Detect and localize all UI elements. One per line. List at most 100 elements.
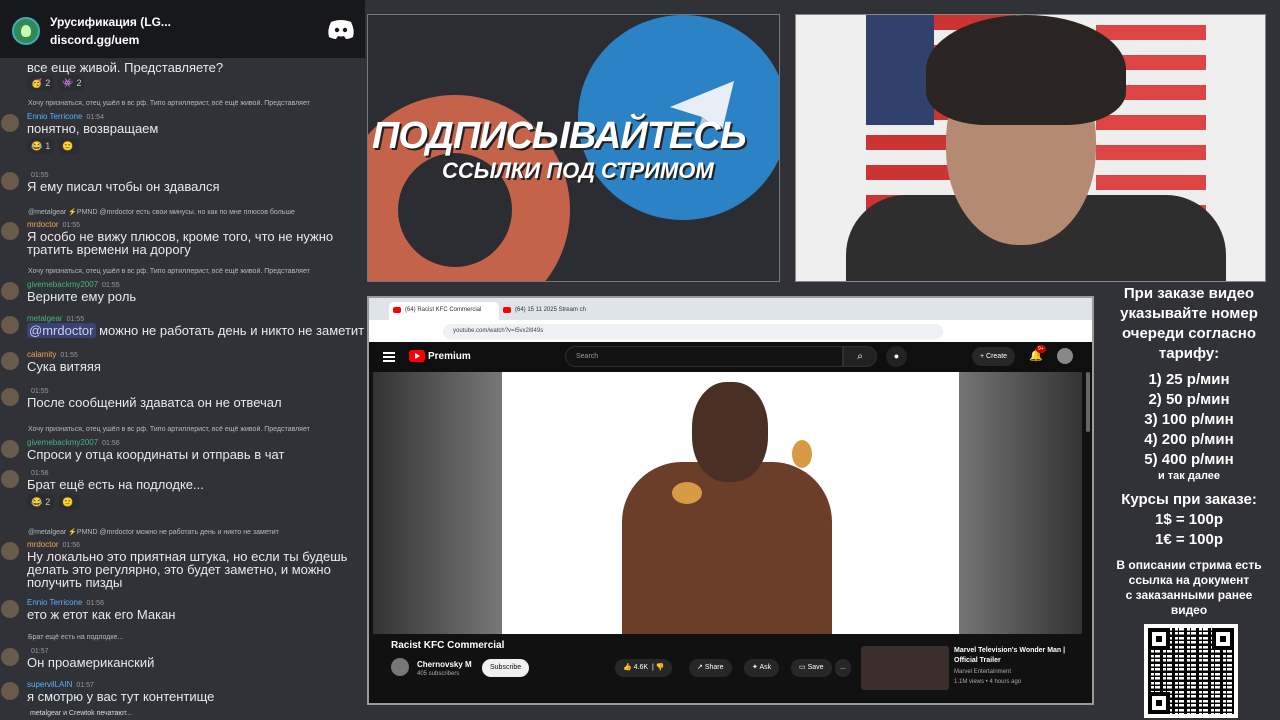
server-invite[interactable]: discord.gg/uem: [50, 33, 171, 47]
promo-title: ПОДПИСЫВАЙТЕСЬ: [372, 115, 747, 157]
username[interactable]: supervilLAIN: [27, 680, 72, 689]
rec-thumbnail[interactable]: [861, 646, 949, 690]
timestamp: 01:55: [66, 316, 85, 323]
reaction[interactable]: 🙂: [58, 138, 81, 154]
qr-corner: [1148, 692, 1170, 714]
message-text: все еще живой. Представляете?: [27, 60, 224, 75]
username[interactable]: givemebackmy2007: [27, 438, 98, 447]
message-meta: metalgear 01:55: [27, 314, 84, 323]
message-meta: 01:56: [27, 468, 49, 477]
message-meta: supervilLAIN 01:57: [27, 680, 94, 689]
message-meta: mrdoctor 01:55: [27, 220, 80, 229]
message-meta: givemebackmy2007 01:55: [27, 280, 120, 289]
reply-preview[interactable]: Брат ещё есть на подлодке...: [28, 634, 365, 641]
username[interactable]: givemebackmy2007: [27, 280, 98, 289]
desc-line: ссылка на документ: [1128, 573, 1250, 587]
username[interactable]: Ennio Terricone: [27, 112, 82, 121]
timestamp: 01:57: [31, 648, 49, 655]
typing-indicator: metalgear и Crewtok печатают...: [30, 710, 132, 717]
avatar[interactable]: [1, 352, 19, 370]
more-button[interactable]: ...: [835, 659, 851, 677]
rec-title[interactable]: Marvel Television's Wonder Man | Officia…: [954, 646, 1074, 666]
avatar[interactable]: [1, 542, 19, 560]
avatar[interactable]: [1, 388, 19, 406]
username[interactable]: mrdoctor: [27, 220, 59, 229]
video-player[interactable]: [373, 372, 1082, 634]
reply-preview[interactable]: Хочу признаться, отец ушёл в вс рф. Типо…: [28, 100, 365, 107]
info-line: указывайте номер: [1120, 305, 1258, 322]
ask-button[interactable]: ✦ Ask: [744, 659, 780, 677]
recommended-video[interactable]: Marvel Television's Wonder Man | Officia…: [861, 642, 1091, 692]
avatar[interactable]: [1, 282, 19, 300]
scrollbar[interactable]: [1086, 372, 1090, 432]
message-text: Сука витяяя: [27, 359, 101, 374]
mention[interactable]: @mrdoctor: [27, 323, 96, 338]
avatar[interactable]: [1, 172, 19, 190]
tariff: 1) 25 р/мин: [1148, 371, 1230, 388]
message-meta: 01:55: [27, 386, 49, 395]
timestamp: 01:56: [86, 600, 104, 607]
message-text: Верните ему роль: [27, 289, 137, 304]
avatar[interactable]: [1, 114, 19, 132]
video-chicken-right: [792, 440, 812, 468]
url-input[interactable]: youtube.com/watch?v=I5vx2itI49s: [443, 323, 943, 339]
discord-logo-icon: [328, 20, 354, 39]
video-chicken-left: [672, 482, 702, 504]
avatar[interactable]: [1, 440, 19, 458]
avatar[interactable]: [1, 316, 19, 334]
channel-avatar[interactable]: [391, 658, 409, 676]
youtube-logo[interactable]: Premium: [409, 350, 471, 362]
timestamp: 01:55: [31, 388, 49, 395]
reply-preview[interactable]: Хочу признаться, отец ушёл в вс рф. Типо…: [28, 268, 365, 275]
subscribe-button[interactable]: Subscribe: [482, 659, 530, 677]
avatar[interactable]: [1, 648, 19, 666]
info-line: При заказе видео: [1123, 285, 1255, 302]
username[interactable]: calamity: [27, 350, 56, 359]
avatar[interactable]: [1057, 348, 1073, 364]
message-text: ето ж етот как его Макан: [27, 607, 176, 622]
search-input[interactable]: Search: [565, 346, 843, 367]
search-icon[interactable]: ⌕: [843, 346, 877, 367]
reaction[interactable]: 🙂: [58, 494, 81, 510]
menu-icon[interactable]: [383, 352, 395, 362]
timestamp: 01:57: [76, 682, 94, 689]
message-text: @mrdoctor можно не работать день и никто…: [27, 323, 365, 338]
reaction[interactable]: 😂 1: [27, 138, 55, 154]
avatar[interactable]: [1, 222, 19, 240]
youtube-play-icon: [409, 350, 425, 362]
username[interactable]: Ennio Terricone: [27, 598, 82, 607]
avatar[interactable]: [1, 470, 19, 488]
promo-subtitle: ССЫЛКИ ПОД СТРИМОМ: [442, 158, 714, 183]
username[interactable]: mrdoctor: [27, 540, 59, 549]
reaction[interactable]: 😂 2: [27, 494, 55, 510]
save-button[interactable]: ▭ Save: [791, 659, 832, 677]
reply-preview[interactable]: @metalgear ⚡PMND @mrdoctor можно не рабо…: [28, 528, 365, 536]
browser-tabs: (64) Racist KFC Commercial (64) 15 11 20…: [369, 298, 1092, 320]
reaction[interactable]: 👾 2: [58, 75, 86, 91]
video-person-body: [622, 462, 832, 634]
create-button[interactable]: + Create: [972, 347, 1016, 366]
tab-stream[interactable]: (64) 15 11 2025 Stream ch: [499, 302, 609, 320]
server-name: Урусификация (LG...: [50, 15, 171, 29]
reactions: 😂 2 🙂: [27, 494, 81, 510]
reply-preview[interactable]: @metalgear ⚡PMND @mrdoctor есть свои мин…: [28, 208, 365, 216]
message-text: Я ему писал чтобы он здавался: [27, 179, 220, 194]
mic-icon[interactable]: ●: [886, 346, 907, 367]
timestamp: 01:55: [60, 352, 78, 359]
channel-name[interactable]: Chernovsky M: [417, 660, 472, 669]
rates-title: Курсы при заказе:: [1121, 491, 1257, 508]
message-text: Он проамериканский: [27, 655, 155, 670]
message-meta: mrdoctor 01:56: [27, 540, 80, 549]
message-meta: givemebackmy2007 01:56: [27, 438, 120, 447]
reactions: 🥳 2 👾 2: [27, 75, 86, 91]
like-button[interactable]: 👍 4.6K | 👎: [615, 659, 673, 677]
share-button[interactable]: ↗ Share: [689, 659, 732, 677]
reaction[interactable]: 🥳 2: [27, 75, 55, 91]
reply-preview[interactable]: Хочу признаться, отец ушёл в вс рф. Типо…: [28, 426, 365, 433]
message-text: понятно, возвращаем: [27, 121, 159, 136]
username[interactable]: metalgear: [27, 314, 63, 323]
tab-racist-kfc[interactable]: (64) Racist KFC Commercial: [389, 302, 499, 320]
avatar[interactable]: [1, 682, 19, 700]
avatar[interactable]: [1, 600, 19, 618]
message-text: Спроси у отца координаты и отправь в чат: [27, 447, 285, 462]
